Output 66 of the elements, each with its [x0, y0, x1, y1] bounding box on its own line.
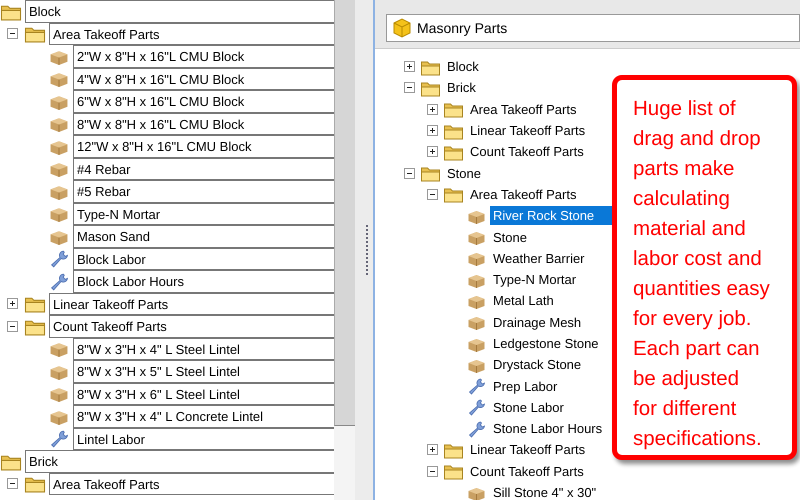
- splitter-grip-icon[interactable]: [366, 225, 370, 275]
- tree-item[interactable]: Drainage Mesh: [490, 312, 584, 332]
- wrench-icon: [466, 420, 487, 438]
- callout-text: Huge list of drag and drop parts make calculating material and labor cost and quantities easy for every job. Each part can be adjusted for different specifications.: [633, 96, 771, 452]
- collapse-icon[interactable]: [426, 188, 438, 200]
- collapse-icon[interactable]: [6, 478, 18, 490]
- tree-item[interactable]: Ledgestone Stone: [490, 334, 602, 353]
- tree-item[interactable]: Stone Labor Hours: [490, 419, 606, 438]
- expand-icon[interactable]: [426, 125, 438, 136]
- expand-icon[interactable]: [426, 146, 438, 158]
- tree-item[interactable]: Area Takeoff Parts: [467, 184, 580, 204]
- expand-icon[interactable]: [426, 104, 438, 115]
- expand-icon[interactable]: [426, 444, 438, 456]
- tree-item[interactable]: Metal Lath: [490, 291, 557, 310]
- wrench-icon: [466, 377, 487, 396]
- collapse-icon[interactable]: [6, 320, 18, 332]
- tree-item[interactable]: 12"W x 8"H x 16"L CMU Block: [73, 135, 334, 158]
- tree-item[interactable]: Type-N Mortar: [73, 202, 334, 225]
- tree-item[interactable]: Linear Takeoff Parts: [467, 121, 588, 140]
- collapse-icon[interactable]: [6, 28, 18, 40]
- tree-item[interactable]: Count Takeoff Parts: [49, 315, 334, 338]
- tree-item[interactable]: 6"W x 8"H x 16"L CMU Block: [73, 90, 334, 112]
- wrench-icon: [48, 249, 70, 268]
- tree-item[interactable]: Area Takeoff Parts: [467, 100, 580, 119]
- tree-item[interactable]: Block: [444, 57, 482, 76]
- expand-icon[interactable]: [404, 61, 414, 72]
- tree-item[interactable]: Count Takeoff Parts: [467, 462, 587, 481]
- tree-item[interactable]: Stone: [444, 164, 484, 183]
- tree-item[interactable]: #4 Rebar: [73, 158, 334, 180]
- tree-item[interactable]: Sill Stone 4" x 30": [490, 483, 600, 500]
- tree-item[interactable]: 8"W x 8"H x 16"L CMU Block: [73, 112, 334, 135]
- tree-item[interactable]: 8"W x 3"H x 6" L Steel Lintel: [73, 382, 334, 405]
- tree-item[interactable]: Stone Labor: [490, 398, 567, 417]
- tree-item[interactable]: Block Labor: [73, 248, 334, 270]
- tree-item[interactable]: Area Takeoff Parts: [49, 22, 334, 45]
- wrench-icon: [48, 272, 70, 291]
- collapse-icon[interactable]: [426, 466, 438, 477]
- tree-item[interactable]: #5 Rebar: [73, 180, 334, 202]
- tree-item[interactable]: Brick: [25, 450, 334, 472]
- collapse-icon[interactable]: [404, 168, 414, 179]
- cube-icon: [392, 17, 412, 39]
- scrollbar[interactable]: [334, 0, 355, 426]
- tree-item[interactable]: Weather Barrier: [490, 248, 588, 268]
- root-item[interactable]: Masonry Parts: [386, 14, 800, 42]
- tree-item[interactable]: Area Takeoff Parts: [49, 472, 334, 495]
- tree-item[interactable]: Block Labor Hours: [73, 270, 334, 292]
- wrench-icon: [48, 429, 70, 448]
- tree-item[interactable]: 8"W x 3"H x 5" L Steel Lintel: [73, 360, 334, 382]
- expand-icon[interactable]: [6, 298, 18, 310]
- tree-item[interactable]: 2"W x 8"H x 16"L CMU Block: [73, 45, 334, 68]
- tree-item[interactable]: 8"W x 3"H x 4" L Concrete Lintel: [73, 405, 334, 428]
- collapse-icon[interactable]: [404, 82, 414, 94]
- tree-item[interactable]: Brick: [444, 78, 479, 98]
- tree-item[interactable]: Lintel Labor: [73, 428, 334, 450]
- tree-item[interactable]: Block: [25, 0, 334, 22]
- tree-item[interactable]: Type-N Mortar: [490, 270, 580, 290]
- tree-item[interactable]: 4"W x 8"H x 16"L CMU Block: [73, 68, 334, 90]
- tree-item[interactable]: Stone: [490, 228, 530, 247]
- wrench-icon: [466, 398, 487, 416]
- tree-item[interactable]: Mason Sand: [73, 225, 334, 248]
- tree-item[interactable]: Prep Labor: [490, 376, 560, 396]
- tree-item[interactable]: Linear Takeoff Parts: [467, 440, 588, 460]
- tree-item[interactable]: Count Takeoff Parts: [467, 142, 587, 162]
- tree-item[interactable]: Drystack Stone: [490, 355, 584, 374]
- tree-item[interactable]: 8"W x 3"H x 4" L Steel Lintel: [73, 338, 334, 360]
- tree-item[interactable]: Linear Takeoff Parts: [49, 292, 334, 315]
